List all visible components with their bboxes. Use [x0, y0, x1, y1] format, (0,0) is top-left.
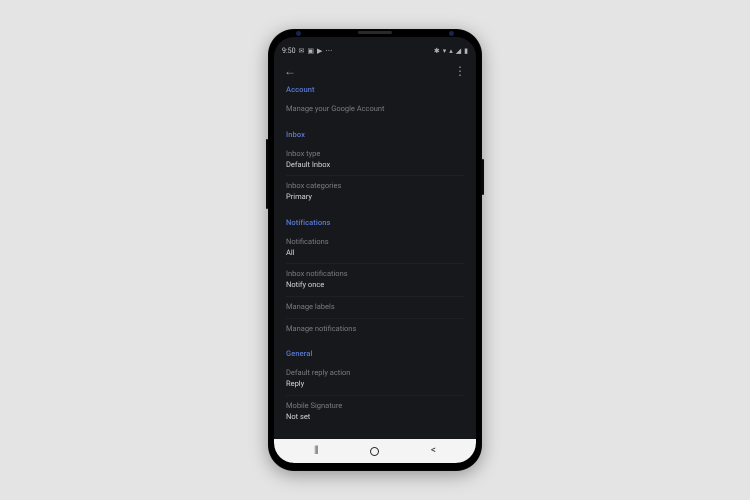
- status-bar: 9:50 ✉ ▣ ▶ ⋯ ✱ ▾ ▴ ◢ ▮: [274, 43, 476, 59]
- row-title: Inbox categories: [286, 181, 464, 191]
- nav-recent-button[interactable]: |||: [314, 446, 318, 456]
- row-default-reply-action[interactable]: Default reply action Reply: [286, 363, 464, 396]
- bluetooth-icon: ✱: [434, 48, 440, 55]
- play-icon: ▶: [317, 48, 322, 55]
- row-value: Primary: [286, 192, 464, 202]
- wifi-icon: ▾: [443, 48, 447, 55]
- row-title: Inbox notifications: [286, 269, 464, 279]
- screen: 9:50 ✉ ▣ ▶ ⋯ ✱ ▾ ▴ ◢ ▮ ← ⋮ Account Manag…: [274, 37, 476, 463]
- overflow-menu-button[interactable]: ⋮: [454, 65, 466, 77]
- battery-icon: ▮: [464, 48, 468, 55]
- row-title: Mobile Signature: [286, 401, 464, 411]
- row-inbox-type[interactable]: Inbox type Default Inbox: [286, 144, 464, 177]
- section-header-account: Account: [286, 85, 464, 94]
- row-value: Reply: [286, 379, 464, 389]
- row-title: Manage notifications: [286, 324, 464, 334]
- row-manage-labels[interactable]: Manage labels: [286, 297, 464, 319]
- app-bar: ← ⋮: [274, 59, 476, 83]
- section-header-notifications: Notifications: [286, 218, 464, 227]
- row-value: Default Inbox: [286, 160, 464, 170]
- row-manage-google-account[interactable]: Manage your Google Account: [286, 99, 464, 120]
- row-mobile-signature[interactable]: Mobile Signature Not set: [286, 396, 464, 428]
- more-notifications-icon: ⋯: [325, 48, 332, 55]
- row-value: Notify once: [286, 280, 464, 290]
- row-title: Default reply action: [286, 368, 464, 378]
- row-value: Not set: [286, 412, 464, 422]
- data-icon: ▴: [449, 48, 453, 55]
- sensor-left: [296, 31, 301, 36]
- app-icon: ▣: [307, 48, 314, 55]
- row-inbox-notifications[interactable]: Inbox notifications Notify once: [286, 264, 464, 297]
- mail-icon: ✉: [299, 48, 305, 55]
- row-value: All: [286, 248, 464, 258]
- row-inbox-categories[interactable]: Inbox categories Primary: [286, 176, 464, 208]
- row-title: Inbox type: [286, 149, 464, 159]
- back-button[interactable]: ←: [284, 65, 296, 77]
- nav-home-button[interactable]: [370, 447, 379, 456]
- settings-list[interactable]: Account Manage your Google Account Inbox…: [274, 83, 476, 439]
- section-header-inbox: Inbox: [286, 130, 464, 139]
- row-title: Manage your Google Account: [286, 104, 464, 114]
- section-header-general: General: [286, 349, 464, 358]
- status-time: 9:50: [282, 47, 296, 55]
- nav-back-button[interactable]: <: [431, 446, 436, 456]
- earpiece: [358, 31, 392, 34]
- sensor-right: [449, 31, 454, 36]
- row-title: Manage labels: [286, 302, 464, 312]
- phone-frame: 9:50 ✉ ▣ ▶ ⋯ ✱ ▾ ▴ ◢ ▮ ← ⋮ Account Manag…: [268, 29, 482, 471]
- row-manage-notifications[interactable]: Manage notifications: [286, 319, 464, 340]
- navigation-bar: ||| <: [274, 439, 476, 463]
- row-title: Notifications: [286, 237, 464, 247]
- status-bar-left: 9:50 ✉ ▣ ▶ ⋯: [282, 47, 332, 55]
- row-notifications[interactable]: Notifications All: [286, 232, 464, 265]
- status-bar-right: ✱ ▾ ▴ ◢ ▮: [434, 48, 468, 55]
- signal-icon: ◢: [456, 48, 461, 55]
